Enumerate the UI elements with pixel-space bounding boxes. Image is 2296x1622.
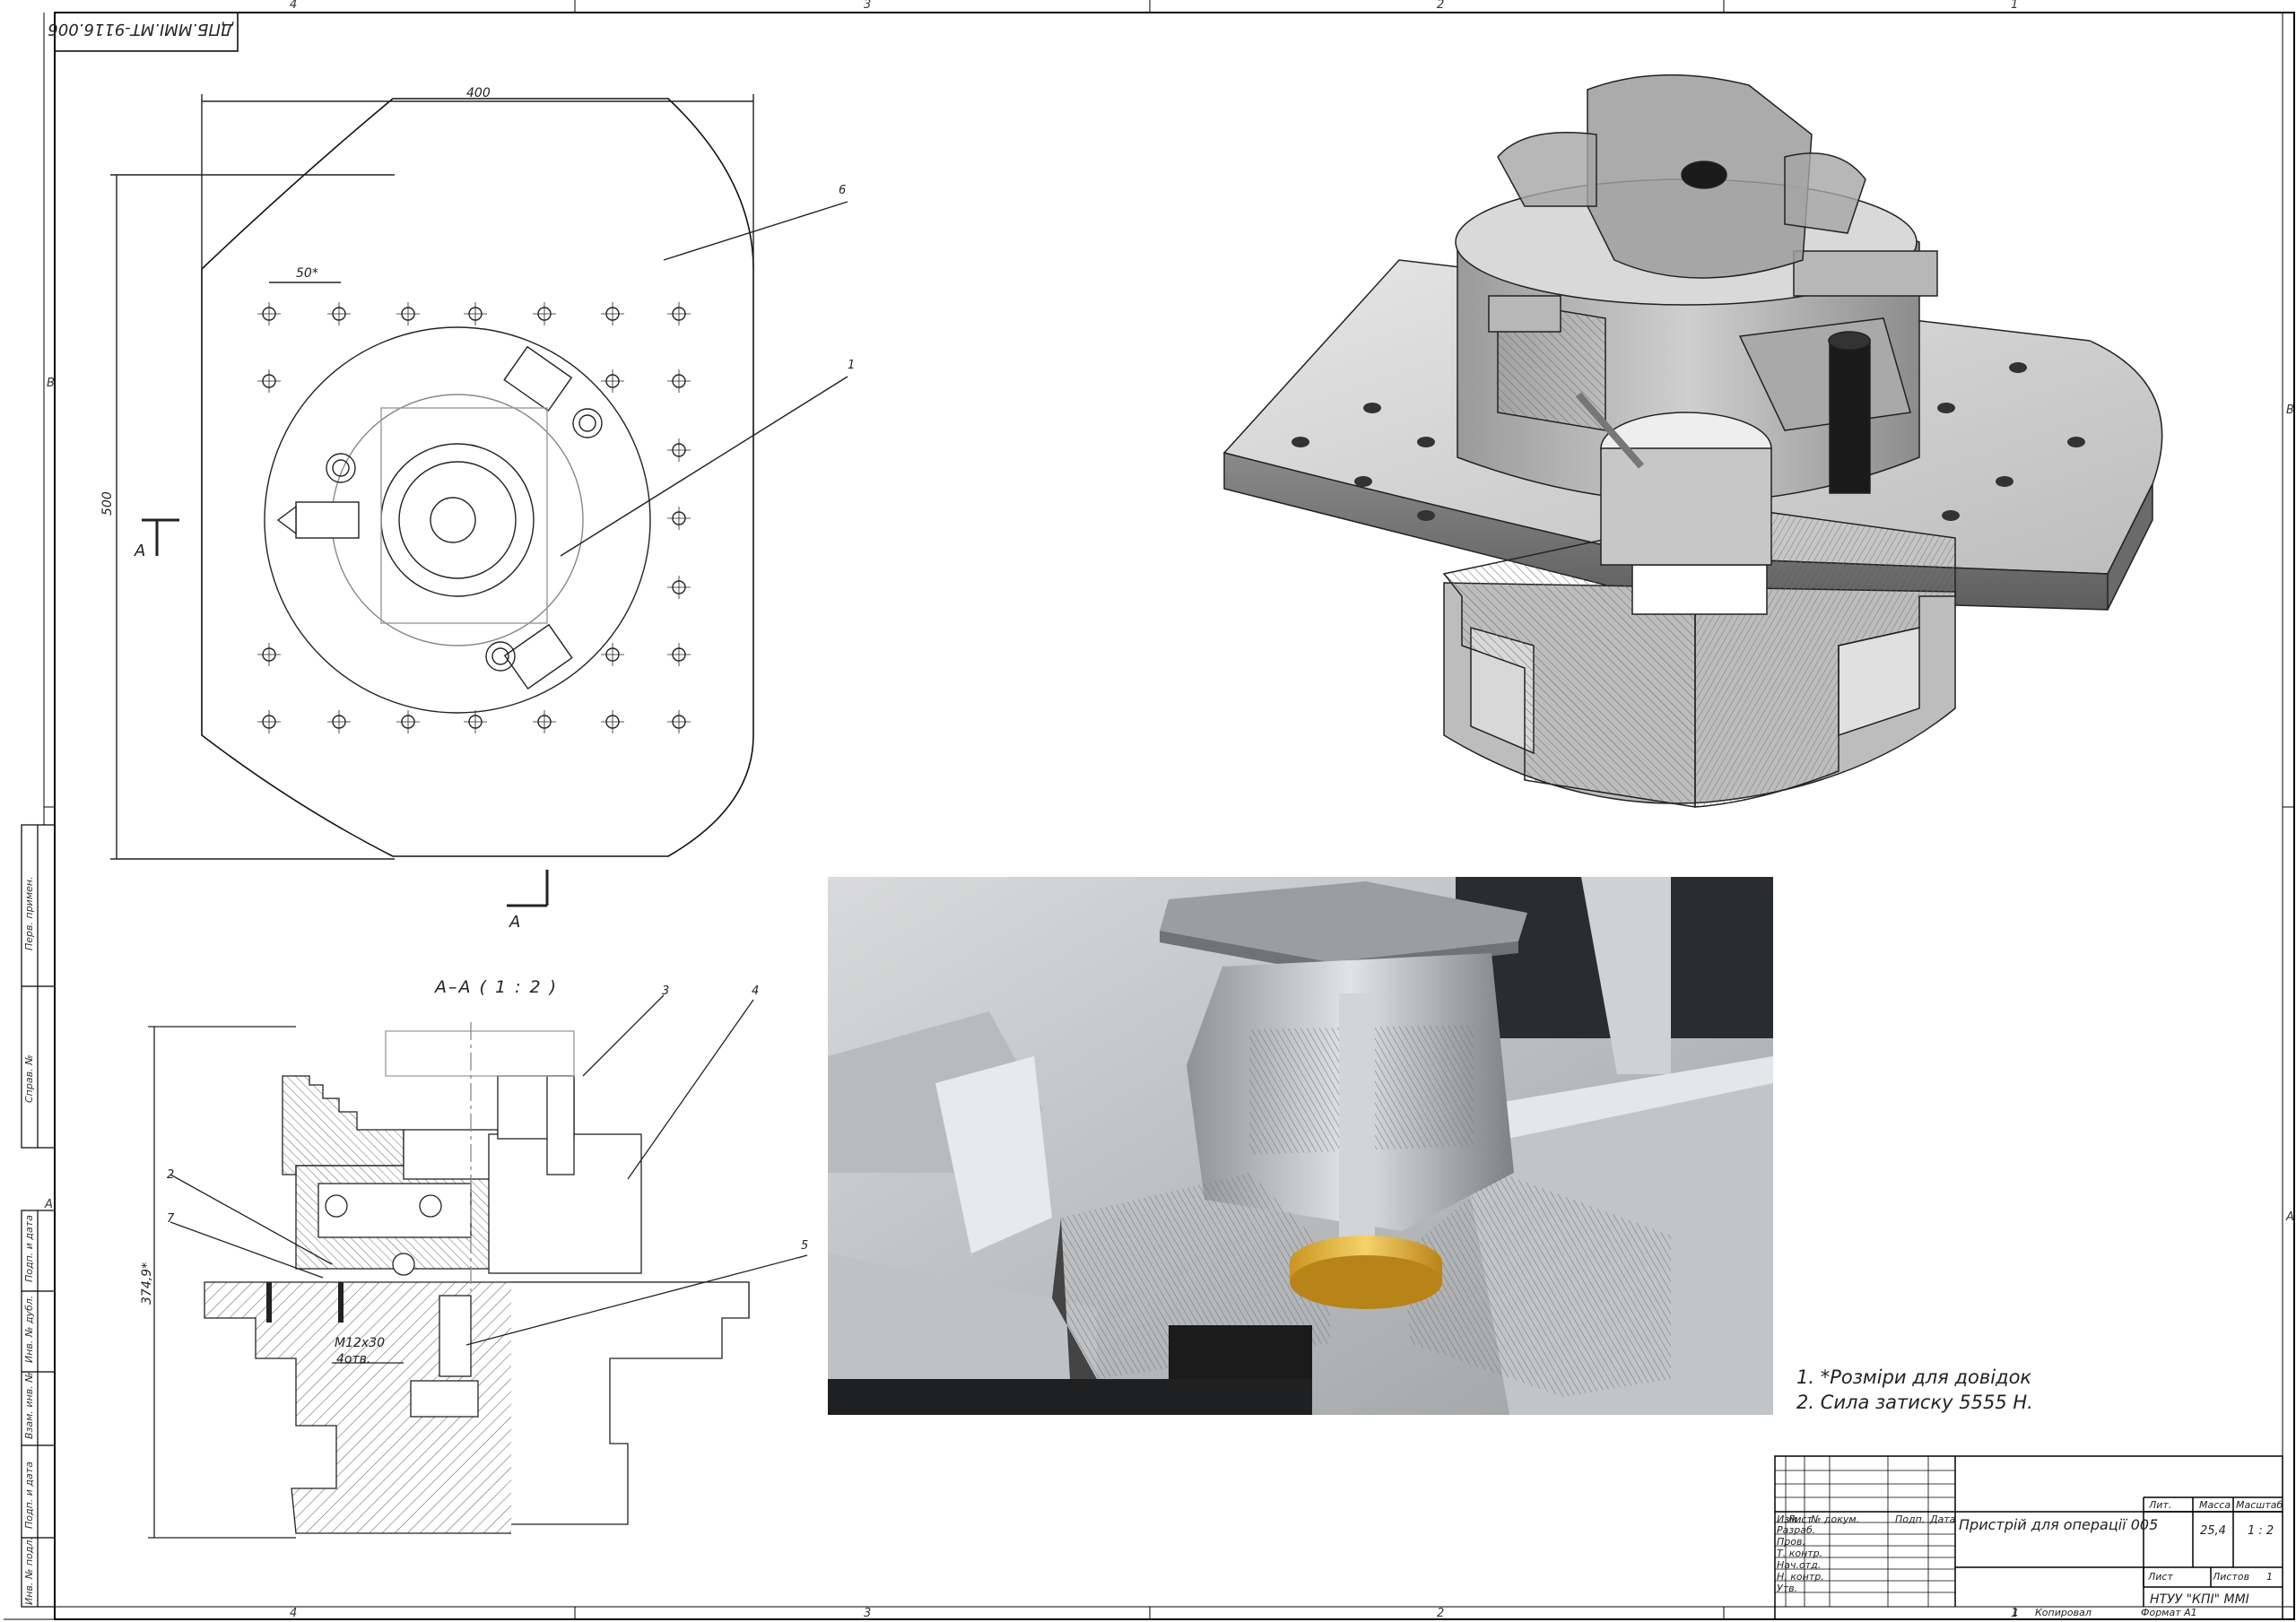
leader-1: 1 bbox=[848, 359, 856, 372]
section-marker-bottom: A bbox=[509, 913, 521, 932]
zone-top-2: 2 bbox=[1437, 0, 1445, 12]
col-lit: Лит. bbox=[2149, 1499, 2172, 1511]
zone-top-3: 3 bbox=[864, 0, 872, 12]
leader-3: 3 bbox=[662, 984, 670, 998]
zone-right-a: A bbox=[2286, 1210, 2294, 1224]
stamp-inv-podl: Инв. № подл. bbox=[23, 1537, 35, 1605]
dim-pitch: 50* bbox=[296, 266, 318, 281]
zone-bottom-3: 3 bbox=[864, 1607, 872, 1620]
role-utv: Утв. bbox=[1777, 1583, 1798, 1594]
organization: НТУУ "КПІ" ММІ bbox=[2150, 1592, 2249, 1607]
copied-label: Копировал bbox=[2035, 1607, 2092, 1618]
hdr-data: Дата bbox=[1930, 1514, 1956, 1525]
role-razrab: Разраб. bbox=[1777, 1524, 1816, 1536]
leader-7: 7 bbox=[167, 1212, 175, 1226]
dim-width: 400 bbox=[466, 86, 491, 100]
zone-top-1: 1 bbox=[2011, 0, 2019, 12]
stamp-perv-primen: Перв. примен. bbox=[23, 876, 35, 950]
note-2: 2. Сила затиску 5555 Н. bbox=[1796, 1392, 2033, 1413]
leader-2: 2 bbox=[167, 1168, 175, 1182]
zone-bottom-2: 2 bbox=[1437, 1607, 1445, 1620]
hdr-podp: Подп. bbox=[1895, 1514, 1926, 1525]
thread-label: M12x30 bbox=[335, 1336, 385, 1350]
holes-label: 4отв. bbox=[336, 1352, 371, 1366]
isometric-cutaway bbox=[1222, 74, 2163, 808]
dim-section-height: 374,9* bbox=[140, 1262, 154, 1305]
sheets-count: 1 bbox=[2266, 1571, 2273, 1583]
zone-top-4: 4 bbox=[290, 0, 298, 12]
section-view bbox=[148, 994, 808, 1539]
role-nach-otd: Нач.отд. bbox=[1777, 1559, 1822, 1571]
leader-6: 6 bbox=[839, 184, 847, 197]
leader-4: 4 bbox=[752, 984, 760, 998]
machine-render-image bbox=[828, 877, 1773, 1415]
plan-view bbox=[110, 94, 848, 907]
section-marker-top: A bbox=[135, 542, 146, 560]
role-prov: Пров. bbox=[1777, 1536, 1805, 1548]
scale-value: 1 : 2 bbox=[2248, 1524, 2274, 1538]
zone-left-b: B bbox=[47, 377, 55, 390]
format-label: Формат А1 bbox=[2141, 1607, 2197, 1618]
hdr-dokum: № докум. bbox=[1811, 1514, 1860, 1525]
role-n-kontr: Н. контр. bbox=[1777, 1571, 1824, 1583]
document-title: Пристрій для операції 005 bbox=[1959, 1516, 2159, 1533]
technical-notes: 1. *Розміри для довідок 2. Сила затиску … bbox=[1796, 1365, 2033, 1415]
section-title: A–A ( 1 : 2 ) bbox=[435, 977, 559, 997]
stamp-podp-data-2: Подп. и дата bbox=[23, 1462, 35, 1529]
title-block: Изм Лист № докум. Подп. Дата Разраб. Про… bbox=[1775, 1456, 2283, 1619]
stamp-podp-data-1: Подп. и дата bbox=[23, 1215, 35, 1282]
col-mass: Масса bbox=[2199, 1499, 2231, 1511]
zone-bottom-4: 4 bbox=[290, 1607, 298, 1620]
sheet-no: 1 bbox=[2013, 1607, 2019, 1618]
stamp-inv-dubl: Инв. № дубл. bbox=[23, 1295, 35, 1363]
stamp-vzam-inv: Взам. инв. № bbox=[23, 1372, 35, 1439]
stamp-sprav-no: Справ. № bbox=[23, 1054, 35, 1103]
zone-left-a: A bbox=[45, 1198, 53, 1211]
dim-height: 500 bbox=[100, 491, 115, 516]
document-code: ДПБ.ММІ.МТ-9116.006 bbox=[48, 20, 233, 39]
sheet-label: Лист bbox=[2148, 1571, 2173, 1583]
leader-5: 5 bbox=[801, 1239, 809, 1253]
mass-value: 25,4 bbox=[2200, 1524, 2226, 1538]
col-scale: Масштаб bbox=[2236, 1499, 2283, 1511]
note-1: 1. *Розміри для довідок bbox=[1796, 1366, 2032, 1388]
zone-right-b: B bbox=[2286, 403, 2294, 417]
role-t-kontr: Т. контр. bbox=[1777, 1548, 1823, 1559]
sheets-label: Листов bbox=[2213, 1571, 2250, 1583]
